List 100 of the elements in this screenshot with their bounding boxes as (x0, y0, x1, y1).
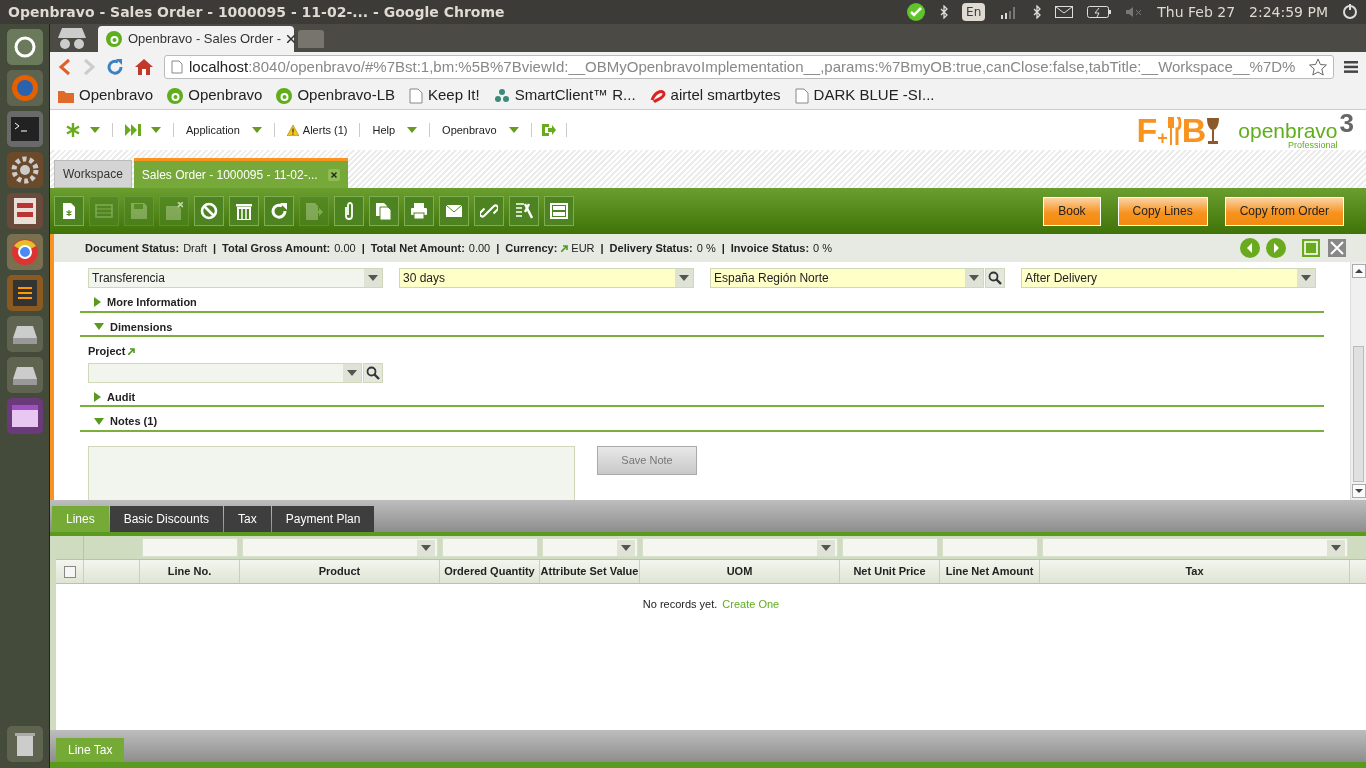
window-icon[interactable] (6, 398, 43, 434)
circle-logo-icon[interactable] (6, 234, 43, 270)
drive-icon[interactable] (6, 357, 43, 393)
bookmark[interactable]: Openbravo (58, 84, 154, 107)
quick-launch-menu[interactable] (123, 124, 163, 136)
reload-icon[interactable] (106, 58, 124, 76)
toolbar-button[interactable] (509, 196, 539, 226)
navigation-menu[interactable]: Openbravo (440, 121, 521, 139)
sub-tab[interactable]: Payment Plan (271, 506, 375, 532)
bluetooth-icon[interactable] (1033, 5, 1042, 19)
column-header[interactable]: Net Unit Price (840, 560, 940, 583)
toolbar-button[interactable] (369, 196, 399, 226)
vertical-scrollbar[interactable] (1350, 262, 1366, 500)
toolbar-button[interactable] (229, 196, 259, 226)
drive-icon[interactable] (6, 316, 43, 352)
navigation-menu[interactable]: Help (370, 121, 420, 139)
gear-icon[interactable] (6, 152, 43, 188)
bookmark[interactable]: Openbravo-LB (276, 84, 395, 107)
filter-field[interactable] (942, 538, 1038, 557)
address-bar[interactable]: localhost:8040/openbravo/#%7Bst:1,bm:%5B%7BviewId:__OBMyOpenbravoImplementation__,params:%7BmyOB:true,canClose:false,tabTitle:__Workspace__%7D% (164, 55, 1334, 79)
toolbar-button[interactable] (264, 196, 294, 226)
dropdown-field[interactable] (88, 362, 362, 383)
bookmark[interactable]: Openbravo (167, 84, 263, 107)
filter-field[interactable] (1042, 538, 1348, 557)
sub-tab[interactable]: Tax (224, 506, 271, 532)
bookmark[interactable]: Keep It! (409, 84, 480, 107)
clock-text[interactable]: 2:24:59 PM (1249, 1, 1328, 23)
bookmark[interactable]: airtel smartbytes (649, 84, 781, 107)
column-header[interactable]: Line Net Amount (940, 560, 1040, 583)
previous-icon[interactable] (1240, 238, 1260, 258)
document-icon[interactable] (6, 275, 43, 311)
date-text[interactable]: Thu Feb 27 (1157, 1, 1236, 23)
select-all-checkbox[interactable] (63, 565, 76, 578)
next-icon[interactable] (1266, 238, 1286, 258)
filter-field[interactable] (542, 538, 638, 557)
link-arrow-icon[interactable] (128, 347, 136, 355)
browser-tab[interactable]: Openbravo - Sales Order - (98, 26, 294, 52)
create-menu[interactable] (64, 123, 102, 137)
section-header[interactable]: Notes (1) (80, 413, 1324, 432)
filter-field[interactable] (242, 538, 438, 557)
action-button[interactable]: Copy from Order (1224, 196, 1344, 226)
home-icon[interactable] (134, 58, 154, 76)
sub-tab[interactable]: Basic Discounts (109, 506, 224, 532)
dropdown-field[interactable]: 30 days (399, 268, 694, 288)
logout-icon[interactable] (541, 124, 556, 136)
section-header[interactable]: Audit (80, 388, 1324, 407)
navigation-menu[interactable]: Application (184, 121, 264, 139)
trash-icon[interactable] (6, 726, 43, 762)
dash-logo-icon[interactable] (6, 29, 43, 65)
toolbar-button[interactable] (194, 196, 224, 226)
close-icon[interactable] (327, 168, 340, 181)
column-header[interactable]: Line No. (140, 560, 240, 583)
column-header[interactable]: Product (240, 560, 440, 583)
bookmark[interactable]: DARK BLUE -SI... (794, 84, 935, 107)
caret-icon[interactable] (151, 127, 161, 133)
close-icon[interactable] (287, 35, 296, 43)
caret-icon[interactable] (407, 127, 418, 133)
terminal-icon[interactable] (6, 111, 43, 147)
toolbar-button[interactable] (474, 196, 504, 226)
caret-icon[interactable] (90, 127, 100, 133)
section-header[interactable]: More Information (80, 294, 1324, 313)
globe-icon[interactable] (6, 70, 43, 106)
dropdown-field[interactable]: España Región Norte (710, 268, 984, 288)
filter-field[interactable] (442, 538, 538, 557)
search-button[interactable] (363, 362, 383, 383)
action-button[interactable]: Copy Lines (1117, 196, 1208, 226)
alerts-menu[interactable]: Alerts (1) (284, 121, 350, 139)
column-header[interactable]: Ordered Quantity (440, 560, 540, 583)
menu-icon[interactable] (1344, 61, 1358, 73)
toolbar-button[interactable] (404, 196, 434, 226)
mail-icon[interactable] (1055, 6, 1074, 18)
column-header[interactable]: Attribute Set Value (540, 560, 640, 583)
power-icon[interactable] (1342, 4, 1358, 20)
toolbar-button[interactable] (544, 196, 574, 226)
dropdown-field[interactable]: After Delivery (1021, 268, 1316, 288)
battery-icon[interactable] (1087, 6, 1112, 18)
dropdown-field[interactable]: Transferencia (88, 268, 383, 288)
action-button[interactable]: Book (1043, 196, 1101, 226)
bookmark[interactable]: SmartClient™ R... (493, 84, 636, 107)
filter-field[interactable] (142, 538, 238, 557)
link-arrow-icon[interactable] (561, 244, 569, 252)
speaker-muted-icon[interactable] (1125, 6, 1144, 18)
caret-icon[interactable] (508, 127, 519, 133)
back-icon[interactable] (58, 58, 72, 76)
view-tab[interactable]: Workspace (54, 160, 132, 188)
search-button[interactable] (985, 268, 1005, 288)
bluetooth-icon[interactable] (940, 5, 949, 19)
filter-field[interactable] (842, 538, 938, 557)
filter-field[interactable] (642, 538, 838, 557)
cabinet-icon[interactable] (6, 193, 43, 229)
toolbar-button[interactable] (334, 196, 364, 226)
keyboard-indicator[interactable]: En (962, 3, 986, 21)
section-header[interactable]: Dimensions (80, 318, 1324, 337)
caret-icon[interactable] (251, 127, 262, 133)
scroll-down-icon[interactable] (1351, 484, 1366, 498)
column-header[interactable]: UOM (640, 560, 840, 583)
maximize-icon[interactable] (1302, 239, 1320, 257)
star-icon[interactable] (1309, 58, 1327, 76)
toolbar-button[interactable] (54, 196, 84, 226)
toolbar-button[interactable] (439, 196, 469, 226)
